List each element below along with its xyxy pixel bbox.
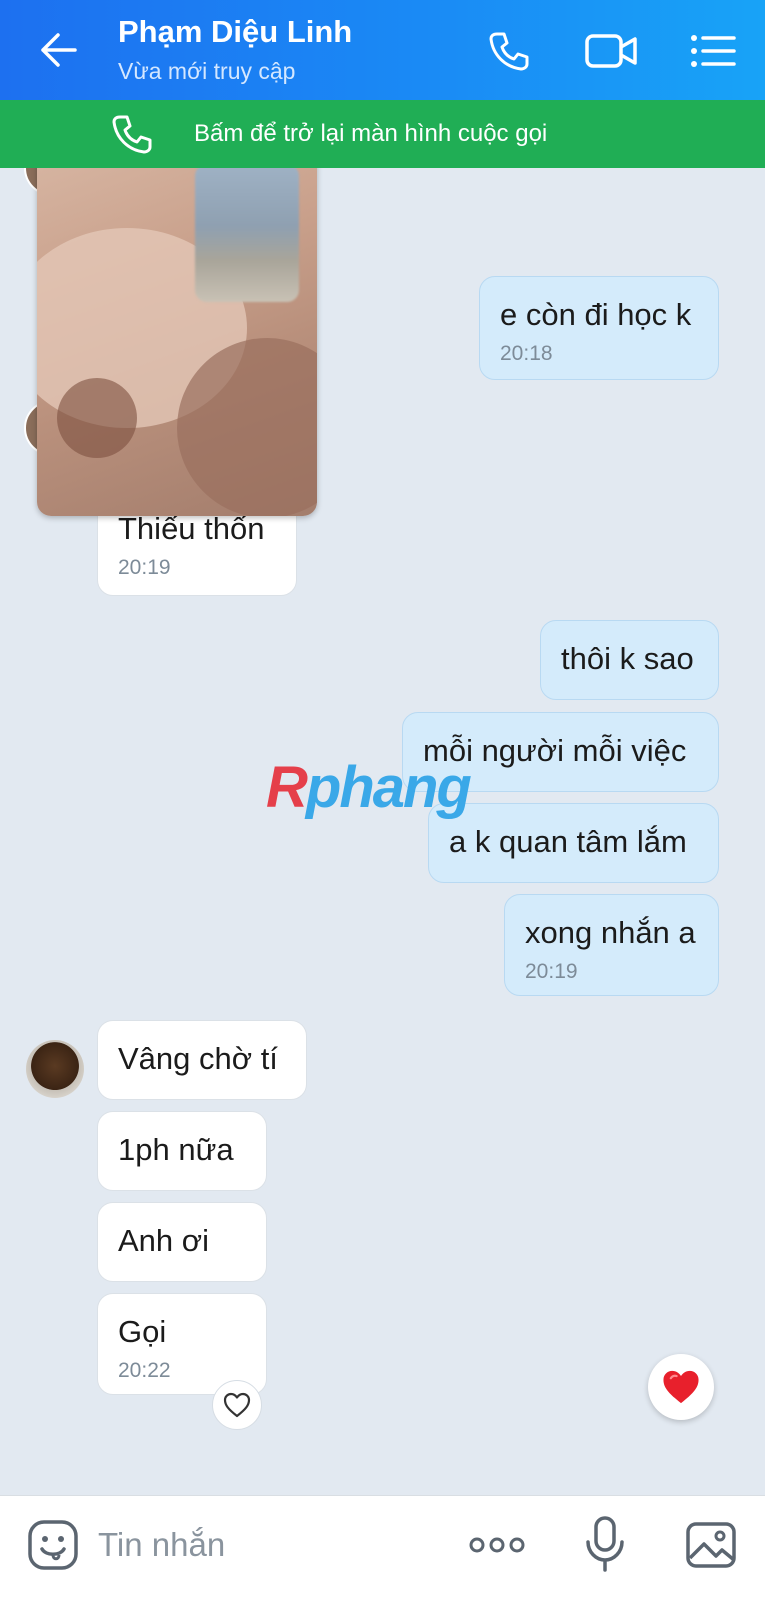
message-time: 20:19 bbox=[118, 556, 171, 579]
call-banner-text: Bấm để trở lại màn hình cuộc gọi bbox=[194, 120, 548, 147]
return-to-call-banner[interactable]: Bấm để trở lại màn hình cuộc gọi bbox=[0, 100, 765, 168]
microphone-icon bbox=[586, 1516, 624, 1572]
message-text: Gọi bbox=[118, 1314, 167, 1349]
more-options-button[interactable] bbox=[468, 1530, 526, 1560]
message-time: 20:22 bbox=[118, 1359, 171, 1382]
send-image-button[interactable] bbox=[684, 1518, 738, 1572]
photo-thumbnail-inset bbox=[195, 168, 299, 302]
reaction-button[interactable] bbox=[212, 1380, 262, 1430]
message-bubble-outgoing[interactable]: a k quan tâm lắm bbox=[428, 803, 719, 883]
message-bubble-outgoing[interactable]: thôi k sao bbox=[540, 620, 719, 700]
conversation-menu-button[interactable] bbox=[686, 24, 740, 78]
message-text: xong nhắn a bbox=[525, 915, 696, 950]
voice-message-button[interactable] bbox=[582, 1514, 628, 1574]
message-text: e còn đi học k bbox=[500, 297, 692, 332]
message-time: 20:18 bbox=[500, 342, 553, 365]
video-call-button[interactable] bbox=[584, 24, 638, 78]
phone-icon bbox=[112, 115, 152, 154]
contact-status: Vừa mới truy cập bbox=[118, 58, 296, 84]
message-text: Thiếu thốn bbox=[118, 511, 265, 546]
floating-reaction[interactable] bbox=[648, 1354, 714, 1420]
message-bubble-incoming[interactable]: Vâng chờ tí bbox=[97, 1020, 307, 1100]
emoji-sticker-icon bbox=[28, 1520, 78, 1570]
message-bubble-incoming[interactable]: Anh ơi bbox=[97, 1202, 267, 1282]
heart-outline-icon bbox=[223, 1392, 251, 1418]
message-list[interactable]: e còn đi học k 20:18 Thiếu thốn 20:19 th… bbox=[0, 168, 765, 1495]
heart-filled-icon bbox=[663, 1370, 699, 1404]
back-button[interactable] bbox=[30, 22, 86, 78]
message-bubble-outgoing[interactable]: xong nhắn a 20:19 bbox=[504, 894, 719, 996]
message-input-bar: Tin nhắn bbox=[0, 1495, 765, 1600]
voice-call-button[interactable] bbox=[482, 24, 536, 78]
message-text: Vâng chờ tí bbox=[118, 1041, 278, 1076]
avatar[interactable] bbox=[26, 1040, 84, 1098]
message-bubble-incoming[interactable]: 1ph nữa bbox=[97, 1111, 267, 1191]
video-camera-icon bbox=[585, 34, 637, 68]
message-text: 1ph nữa bbox=[118, 1132, 234, 1167]
watermark-logo: Rphang bbox=[266, 755, 472, 820]
more-dots-icon bbox=[469, 1537, 525, 1553]
contact-name[interactable]: Phạm Diệu Linh bbox=[118, 14, 352, 50]
message-text: thôi k sao bbox=[561, 641, 694, 676]
phone-icon bbox=[489, 32, 529, 71]
image-gallery-icon bbox=[686, 1522, 736, 1568]
list-menu-icon bbox=[691, 35, 736, 67]
chat-header: Phạm Diệu Linh Vừa mới truy cập bbox=[0, 0, 765, 100]
sticker-button[interactable] bbox=[26, 1518, 80, 1572]
message-text: a k quan tâm lắm bbox=[449, 824, 687, 859]
photo-message[interactable] bbox=[37, 168, 317, 516]
message-text: Anh ơi bbox=[118, 1223, 209, 1258]
message-time: 20:19 bbox=[525, 960, 578, 983]
message-input[interactable]: Tin nhắn bbox=[98, 1526, 225, 1564]
message-bubble-outgoing[interactable]: e còn đi học k 20:18 bbox=[479, 276, 719, 380]
arrow-left-icon bbox=[41, 33, 77, 67]
